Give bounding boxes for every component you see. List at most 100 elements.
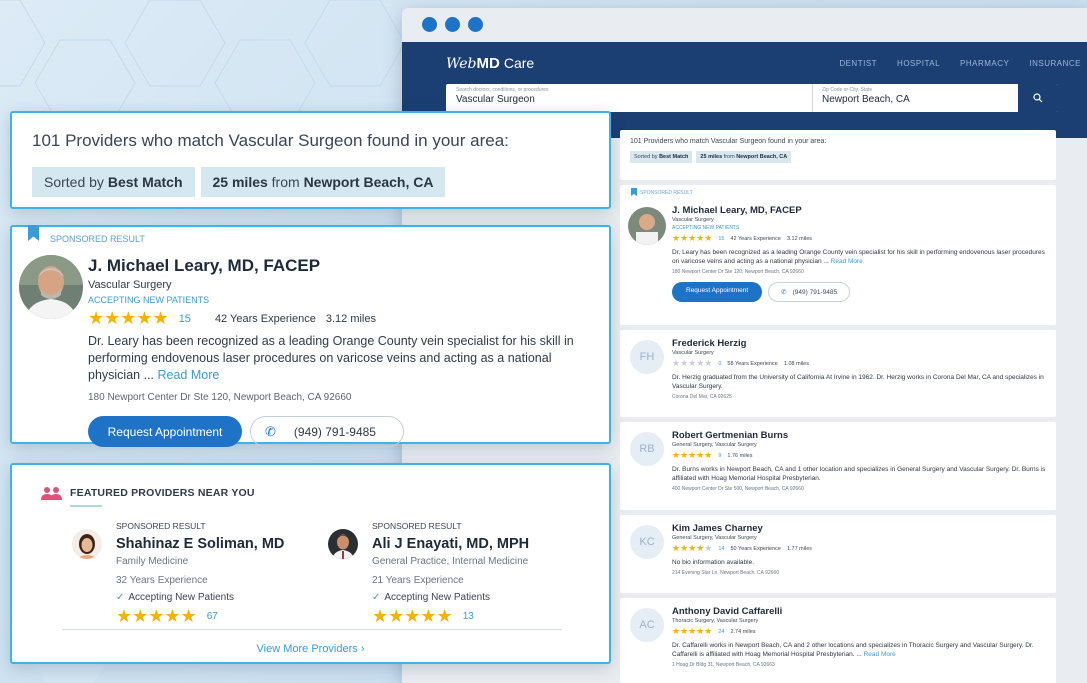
provider-address: 180 Newport Center Dr Ste 120, Newport B…	[88, 392, 352, 403]
accepting-badge: ACCEPTING NEW PATIENTS	[88, 295, 210, 305]
request-appointment-button[interactable]: Request Appointment	[672, 282, 763, 302]
provider-card-charney[interactable]: KC Kim James Charney General Surgery, Va…	[620, 515, 1056, 593]
provider-meta: ★★★★★ 15 42 Years Experience 3.12 miles	[88, 308, 598, 329]
sponsored-label: SPONSORED RESULT	[116, 521, 206, 531]
avatar-initials: RB	[630, 432, 664, 466]
read-more-link[interactable]: Read More	[158, 368, 220, 382]
request-appointment-button[interactable]: Request Appointment	[88, 416, 242, 447]
nav-hospital[interactable]: HOSPITAL	[897, 59, 940, 68]
provider-rating: ★★★★★ 67	[116, 606, 336, 627]
provider-bio: Dr. Herzig graduated from the University…	[672, 374, 1044, 390]
avatar	[328, 529, 358, 559]
review-count[interactable]: 13	[463, 611, 474, 622]
provider-specialty: Vascular Surgery	[88, 279, 172, 291]
avatar-initials: KC	[630, 525, 664, 559]
results-title: 101 Providers who match Vascular Surgeon…	[32, 131, 509, 150]
search-divider	[812, 84, 813, 112]
provider-name[interactable]: J. Michael Leary, MD, FACEP	[672, 205, 1046, 216]
nav-pharmacy[interactable]: PHARMACY	[960, 59, 1009, 68]
search-icon	[1033, 93, 1043, 103]
provider-meta: ★★★★★ 0 58 Years Experience 1.08 miles	[672, 358, 809, 368]
distance-chip[interactable]: 25 miles from Newport Beach, CA	[200, 167, 446, 197]
review-count[interactable]: 24	[718, 629, 724, 635]
location-search-input[interactable]: Zip Code or City, State Newport Beach, C…	[822, 87, 910, 105]
search-button[interactable]	[1018, 84, 1058, 112]
provider-bio: No bio information available.	[672, 559, 755, 566]
nav-insurance[interactable]: INSURANCE	[1029, 59, 1081, 68]
window-dot-minimize[interactable]	[445, 17, 460, 32]
provider-bio: Dr. Burns works in Newport Beach, CA and…	[672, 466, 1046, 482]
provider-name[interactable]: J. Michael Leary, MD, FACEP	[88, 256, 598, 276]
bookmark-icon	[28, 225, 39, 241]
rating-stars: ★★★★★	[672, 626, 713, 636]
rating-stars: ★★★★★	[672, 233, 713, 243]
rating-stars: ★★★★★	[372, 606, 453, 626]
zoom-results-header: 101 Providers who match Vascular Surgeon…	[10, 111, 611, 209]
window-dot-maximize[interactable]	[468, 17, 483, 32]
provider-meta: ★★★★★ 24 2.74 miles	[672, 626, 756, 636]
zoom-sponsored-card[interactable]: SPONSORED RESULT J. Michael Leary, MD, F…	[10, 225, 611, 447]
rating-stars: ★★★★★	[672, 543, 713, 553]
people-icon	[41, 487, 62, 500]
accepting-badge: ✓ Accepting New Patients	[116, 592, 235, 603]
card-actions: Request Appointment ✆ (949) 791-9485	[672, 282, 1046, 302]
provider-specialty: General Practice, Internal Medicine	[372, 556, 529, 567]
experience-text: 32 Years Experience	[116, 575, 208, 586]
provider-meta: ★★★★★ 14 50 Years Experience 1.77 miles	[672, 543, 813, 553]
provider-bio: Dr. Caffarelli works in Newport Beach, C…	[672, 642, 1034, 658]
view-more-providers-link[interactable]: View More Providers ›	[12, 643, 609, 655]
sort-chip[interactable]: Sorted by Best Match	[630, 151, 693, 163]
review-count[interactable]: 14	[718, 546, 724, 552]
featured-title: FEATURED PROVIDERS NEAR YOU	[70, 487, 255, 499]
provider-name[interactable]: Robert Gertmenian Burns	[672, 430, 1046, 441]
provider-meta: ★★★★★ 9 1.76 miles	[672, 450, 753, 460]
results-title: 101 Providers who match Vascular Surgeon…	[630, 138, 827, 145]
experience-text: 42 Years Experience	[214, 312, 316, 325]
provider-card-caffarelli[interactable]: AC Anthony David Caffarelli Thoracic Sur…	[620, 598, 1056, 683]
distance-chip[interactable]: 25 miles from Newport Beach, CA	[696, 151, 792, 163]
check-icon: ✓	[116, 592, 125, 603]
provider-name[interactable]: Ali J Enayati, MD, MPH	[372, 536, 592, 552]
rating-stars: ★★★★★	[88, 308, 169, 328]
avatar	[72, 529, 102, 559]
featured-provider-enayati[interactable]: SPONSORED RESULT Ali J Enayati, MD, MPH …	[328, 521, 592, 627]
avatar-initials: FH	[630, 340, 664, 374]
provider-card-burns[interactable]: RB Robert Gertmenian Burns General Surge…	[620, 422, 1056, 510]
provider-card-leary[interactable]: SPONSORED RESULT J. Michael Leary, MD, F…	[620, 185, 1056, 325]
experience-text: 21 Years Experience	[372, 575, 464, 586]
provider-name[interactable]: Frederick Herzig	[672, 338, 1046, 349]
sort-chip[interactable]: Sorted by Best Match	[32, 167, 195, 197]
read-more-link[interactable]: Read More	[831, 258, 863, 265]
search-bar: Search doctors, conditions, or procedure…	[446, 84, 1058, 112]
results-chips: Sorted by Best Match 25 miles from Newpo…	[32, 167, 589, 197]
avatar	[19, 255, 83, 319]
provider-name[interactable]: Kim James Charney	[672, 523, 1046, 534]
check-icon: ✓	[372, 592, 381, 603]
review-count[interactable]: 67	[207, 611, 218, 622]
accepting-badge: ✓ Accepting New Patients	[372, 592, 491, 603]
provider-bio: Dr. Leary has been recognized as a leadi…	[672, 249, 1045, 265]
provider-rating: ★★★★★ 13	[372, 606, 592, 627]
provider-card-herzig[interactable]: FH Frederick Herzig Vascular Surgery ★★★…	[620, 330, 1056, 417]
rating-stars: ★★★★★	[672, 450, 713, 460]
divider	[62, 629, 562, 630]
phone-button[interactable]: ✆ (949) 791-9485	[768, 282, 851, 302]
featured-provider-soliman[interactable]: SPONSORED RESULT Shahinaz E Soliman, MD …	[72, 521, 336, 627]
webmd-care-logo[interactable]: WebMD Care	[446, 55, 534, 72]
title-underline	[70, 505, 102, 507]
review-count[interactable]: 0	[718, 361, 721, 367]
review-count[interactable]: 9	[718, 453, 721, 459]
sponsored-label: SPONSORED RESULT	[372, 521, 462, 531]
read-more-link[interactable]: Read More	[864, 651, 896, 658]
review-count[interactable]: 15	[718, 236, 724, 242]
query-search-input[interactable]: Search doctors, conditions, or procedure…	[456, 87, 549, 105]
phone-button[interactable]: ✆ (949) 791-9485	[250, 416, 404, 447]
provider-name[interactable]: Anthony David Caffarelli	[672, 606, 1046, 617]
rating-stars: ★★★★★	[116, 606, 197, 626]
top-nav: DENTIST HOSPITAL PHARMACY INSURANCE	[839, 59, 1081, 68]
window-dot-close[interactable]	[422, 17, 437, 32]
provider-name[interactable]: Shahinaz E Soliman, MD	[116, 536, 336, 552]
review-count[interactable]: 15	[179, 313, 191, 325]
avatar-initials: AC	[630, 608, 664, 642]
nav-dentist[interactable]: DENTIST	[839, 59, 877, 68]
